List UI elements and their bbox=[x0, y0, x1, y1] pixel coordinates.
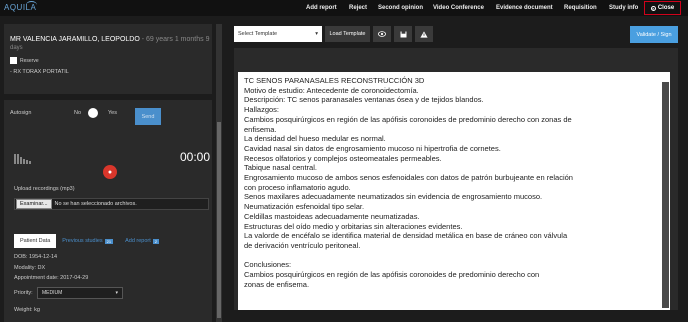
autosign-yes-label: Yes bbox=[108, 110, 117, 116]
report-line: Cambios posquirúrgicos en región de las … bbox=[244, 114, 572, 124]
report-line: Engrosamiento mucoso de ambos senos esfe… bbox=[244, 173, 573, 183]
tab-previous-label: Previous studies bbox=[62, 238, 103, 244]
nav-video-conference[interactable]: Video Conference bbox=[433, 0, 484, 16]
close-button[interactable]: × Close bbox=[644, 1, 681, 15]
microphone-icon[interactable]: ● bbox=[103, 165, 117, 179]
browse-file-button[interactable]: Examinar... bbox=[16, 199, 52, 209]
load-template-button[interactable]: Load Template bbox=[325, 26, 370, 42]
report-line: enfisema. bbox=[244, 124, 277, 134]
priority-value: MEDIUM bbox=[42, 290, 63, 296]
modality: Modality: DX bbox=[14, 265, 46, 271]
report-line: de derivación ventrículo peritoneal. bbox=[244, 240, 361, 250]
tab-add-report[interactable]: Add report 2 bbox=[119, 238, 165, 244]
previous-count-badge: 21 bbox=[104, 238, 114, 244]
warning-icon[interactable] bbox=[415, 26, 433, 42]
template-select-label: Select Template bbox=[238, 31, 278, 37]
report-line: Recesos olfatorios y complejos osteomeat… bbox=[244, 153, 442, 163]
patient-age: - 69 years 1 months 9 bbox=[139, 36, 210, 43]
report-line: TC SENOS PARANASALES RECONSTRUCCIÓN 3D bbox=[244, 76, 425, 85]
nav-requisition[interactable]: Requisition bbox=[564, 0, 597, 16]
tab-patient-data[interactable]: Patient Data bbox=[14, 234, 57, 248]
sidebar-scrollbar-thumb[interactable] bbox=[217, 122, 221, 318]
template-select[interactable]: Select Template ▾ bbox=[234, 26, 322, 42]
chevron-down-icon: ▾ bbox=[315, 31, 318, 37]
dob: DOB: 1954-12-14 bbox=[14, 254, 58, 260]
add-report-count-badge: 2 bbox=[152, 238, 160, 244]
report-line: Celdillas mastoideas adecuadamente neuma… bbox=[244, 211, 420, 221]
reserve-label: Reserve bbox=[20, 58, 39, 64]
report-line: Estructuras del oído medio y orbitarias … bbox=[244, 221, 463, 231]
tab-add-report-label: Add report bbox=[125, 238, 151, 244]
nav-add-report[interactable]: Add report bbox=[306, 0, 337, 16]
nav-study-info[interactable]: Study info bbox=[609, 0, 638, 16]
top-navigation-bar: AQUILA Add report Reject Second opinion … bbox=[0, 0, 688, 16]
save-icon[interactable] bbox=[394, 26, 412, 42]
validate-sign-button[interactable]: Validate / Sign bbox=[630, 26, 678, 43]
report-line bbox=[244, 251, 656, 261]
patient-name-text: MR VALENCIA JARAMILLO, LEOPOLDO bbox=[10, 36, 140, 43]
autosign-toggle[interactable] bbox=[88, 108, 98, 118]
report-line: Cambios posquirúrgicos en región de las … bbox=[244, 270, 540, 280]
tab-previous-studies[interactable]: Previous studies 21 bbox=[56, 238, 119, 244]
close-icon: × bbox=[650, 5, 656, 11]
study-item: - RX TORAX PORTATIL bbox=[10, 69, 69, 75]
file-status: No se han seleccionado archivos. bbox=[54, 201, 137, 207]
report-line: Descripción: TC senos paranasales ventan… bbox=[244, 95, 484, 105]
chevron-down-icon: ▾ bbox=[115, 290, 118, 296]
nav-reject[interactable]: Reject bbox=[349, 0, 367, 16]
report-line: La densidad del hueso medular es normal. bbox=[244, 134, 386, 144]
priority-label: Priority: bbox=[14, 290, 33, 296]
upload-label: Upload recordings (mp3) bbox=[14, 186, 75, 192]
report-line: Neumatización esfenoidal tipo selar. bbox=[244, 202, 365, 212]
left-sidebar: MR VALENCIA JARAMILLO, LEOPOLDO - 69 yea… bbox=[4, 24, 222, 322]
report-line: Tabique nasal central. bbox=[244, 163, 317, 173]
priority-select[interactable]: MEDIUM ▾ bbox=[37, 287, 123, 299]
nav-evidence-document[interactable]: Evidence document bbox=[496, 0, 553, 16]
editor-scrollbar[interactable] bbox=[662, 82, 669, 308]
patient-age-cont: days bbox=[10, 45, 23, 51]
report-text: TC SENOS PARANASALES RECONSTRUCCIÓN 3D Mo… bbox=[244, 76, 656, 289]
patient-name: MR VALENCIA JARAMILLO, LEOPOLDO - 69 yea… bbox=[10, 36, 209, 43]
report-line: Hallazgos: bbox=[244, 105, 280, 115]
report-line: Conclusiones: bbox=[244, 260, 292, 270]
patient-tabs: Patient Data Previous studies 21 Add repo… bbox=[14, 234, 165, 248]
file-upload-input: Examinar... No se han seleccionado archi… bbox=[14, 198, 209, 210]
report-line: Motivo de estudio: Antecedente de corono… bbox=[244, 85, 419, 95]
report-line: con proceso inflamatorio agudo. bbox=[244, 182, 351, 192]
autosign-no-label: No bbox=[74, 110, 82, 116]
report-line: Cavidad nasal sin datos de engrosamiento… bbox=[244, 143, 501, 153]
report-line: Senos maxilares adecuadamente neumatizad… bbox=[244, 192, 543, 202]
preview-eye-icon[interactable] bbox=[373, 26, 391, 42]
autosign-label: Autosign bbox=[10, 110, 32, 116]
report-line: La valorde de encéfalo se identifica mat… bbox=[244, 231, 568, 241]
reserve-checkbox[interactable] bbox=[10, 57, 17, 64]
appointment-date: Appointment date: 2017-04-29 bbox=[14, 275, 89, 281]
logo-arc-icon bbox=[26, 1, 37, 9]
nav-second-opinion[interactable]: Second opinion bbox=[378, 0, 423, 16]
weight: Weight: kg bbox=[14, 307, 40, 313]
report-editor[interactable]: TC SENOS PARANASALES RECONSTRUCCIÓN 3D Mo… bbox=[238, 72, 670, 310]
send-button[interactable]: Send bbox=[135, 108, 161, 125]
report-line: zonas de enfisema. bbox=[244, 279, 310, 289]
close-label: Close bbox=[657, 5, 675, 11]
recording-timer: 00:00 bbox=[180, 150, 211, 164]
audio-level-icon bbox=[14, 152, 31, 164]
